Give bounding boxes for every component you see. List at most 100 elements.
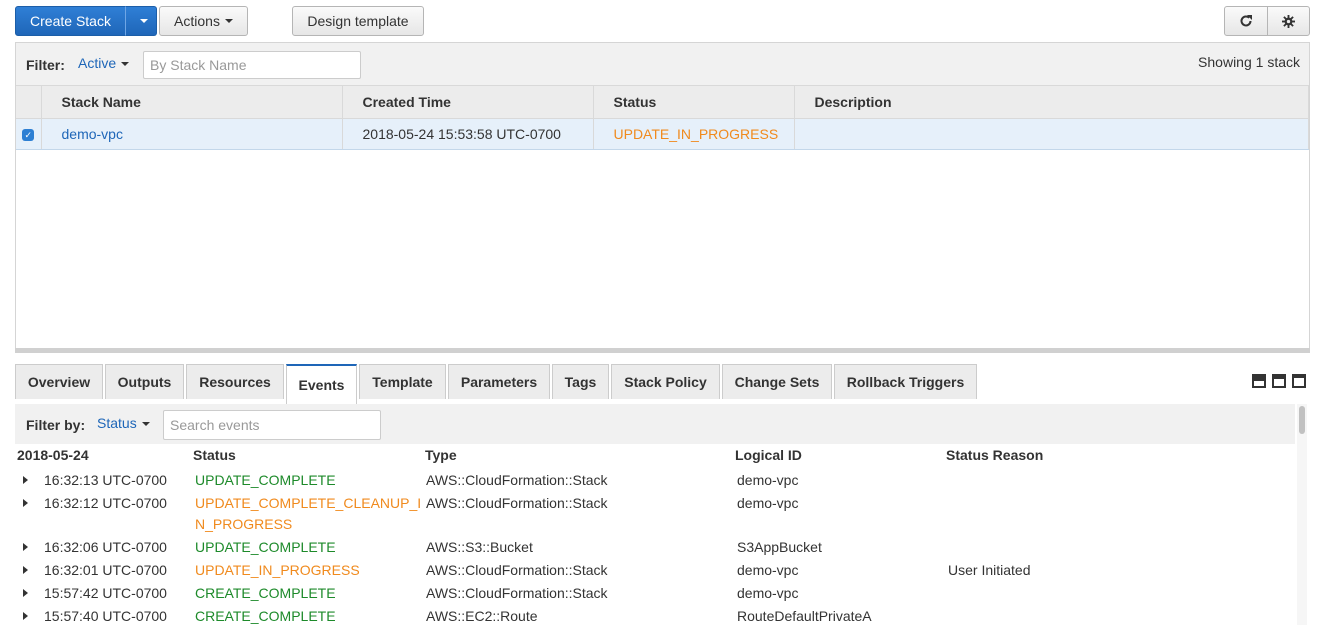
tab-label: Overview: [27, 374, 91, 390]
event-type: AWS::CloudFormation::Stack: [426, 495, 608, 511]
stack-table: Stack Name Created Time Status Descripti…: [16, 86, 1309, 150]
stack-count-text: Showing 1 stack: [1198, 54, 1300, 70]
create-stack-button[interactable]: Create Stack: [15, 6, 126, 36]
column-header-status[interactable]: Status: [593, 86, 795, 119]
column-header-status: Status: [193, 447, 236, 463]
tab-resources[interactable]: Resources: [186, 364, 284, 399]
event-status: UPDATE_COMPLETE: [195, 539, 336, 555]
tab-overview[interactable]: Overview: [15, 364, 103, 399]
tab-stack-policy[interactable]: Stack Policy: [611, 364, 720, 399]
top-toolbar: Create Stack Actions Design template: [15, 6, 1310, 38]
stack-status: UPDATE_IN_PROGRESS: [593, 118, 795, 150]
event-time: 16:32:13 UTC-0700: [44, 472, 167, 488]
panel-resize-handle[interactable]: [15, 348, 1310, 353]
tab-change-sets[interactable]: Change Sets: [722, 364, 832, 399]
design-template-button[interactable]: Design template: [292, 6, 424, 36]
tab-label: Change Sets: [734, 374, 820, 390]
events-filter-label: Filter by:: [26, 417, 86, 433]
events-status-value: Status: [97, 415, 137, 431]
gear-icon: [1282, 14, 1295, 28]
column-header-logical-id: Logical ID: [735, 447, 802, 463]
checkmark-icon: ✓: [22, 129, 35, 142]
event-time: 15:57:42 UTC-0700: [44, 585, 167, 601]
event-type: AWS::S3::Bucket: [426, 539, 533, 555]
events-table-header: 2018-05-24 Status Type Logical ID Status…: [15, 447, 1295, 465]
event-logical-id: demo-vpc: [737, 472, 799, 488]
expand-triangle-icon[interactable]: [23, 476, 28, 484]
layout-split-icon[interactable]: [1272, 374, 1286, 388]
expand-triangle-icon[interactable]: [23, 499, 28, 507]
create-stack-label: Create Stack: [30, 13, 111, 29]
view-mode-toggles: [1252, 374, 1306, 388]
actions-label: Actions: [174, 13, 220, 29]
stack-list-panel: Filter: Active Showing 1 stack Stack Nam…: [15, 42, 1310, 350]
scrollbar-thumb[interactable]: [1299, 406, 1305, 434]
column-header-description[interactable]: Description: [794, 86, 1309, 119]
tab-tags[interactable]: Tags: [552, 364, 609, 399]
refresh-button[interactable]: [1224, 6, 1268, 36]
event-status-continued: N_PROGRESS: [195, 516, 293, 532]
event-time: 15:57:40 UTC-0700: [44, 608, 167, 624]
events-scrollbar[interactable]: [1297, 404, 1307, 625]
events-filter-bar: Filter by: Status: [15, 404, 1295, 444]
stack-created-time: 2018-05-24 15:53:58 UTC-0700: [342, 118, 594, 150]
event-type: AWS::CloudFormation::Stack: [426, 472, 608, 488]
event-status-reason: User Initiated: [948, 562, 1031, 578]
expand-triangle-icon[interactable]: [23, 566, 28, 574]
tab-parameters[interactable]: Parameters: [448, 364, 550, 399]
event-logical-id: demo-vpc: [737, 495, 799, 511]
tab-outputs[interactable]: Outputs: [105, 364, 184, 399]
column-header-stack-name[interactable]: Stack Name: [41, 86, 343, 119]
event-type: AWS::CloudFormation::Stack: [426, 585, 608, 601]
search-events-input[interactable]: [163, 410, 381, 440]
layout-bottom-icon[interactable]: [1252, 374, 1266, 388]
event-logical-id: demo-vpc: [737, 585, 799, 601]
filter-label: Filter:: [26, 57, 65, 73]
tab-events[interactable]: Events: [286, 364, 357, 404]
column-header-type: Type: [425, 447, 457, 463]
tab-label: Events: [298, 377, 345, 393]
actions-button[interactable]: Actions: [159, 6, 248, 36]
status-filter-value: Active: [78, 55, 117, 71]
settings-button[interactable]: [1267, 6, 1310, 36]
expand-triangle-icon[interactable]: [23, 543, 28, 551]
event-time: 16:32:12 UTC-0700: [44, 495, 167, 511]
column-header-created-time[interactable]: Created Time: [342, 86, 594, 119]
events-date-header: 2018-05-24: [17, 447, 89, 463]
row-select-checkbox[interactable]: ✓: [16, 118, 42, 150]
stack-name-search-input[interactable]: [143, 51, 361, 79]
create-stack-dropdown-button[interactable]: [125, 6, 157, 36]
tab-label: Rollback Triggers: [846, 374, 965, 390]
table-row[interactable]: ✓ demo-vpc 2018-05-24 15:53:58 UTC-0700 …: [16, 118, 1309, 150]
tab-label: Tags: [564, 374, 597, 390]
detail-tabs: Overview Outputs Resources Events Templa…: [15, 364, 1310, 405]
caret-down-icon: [121, 62, 130, 67]
design-template-label: Design template: [307, 13, 409, 29]
expand-triangle-icon[interactable]: [23, 589, 28, 597]
stack-name-link[interactable]: demo-vpc: [41, 118, 343, 150]
tab-label: Outputs: [117, 374, 172, 390]
stack-filter-bar: Filter: Active Showing 1 stack: [16, 43, 1309, 86]
status-filter-dropdown[interactable]: Active: [78, 55, 130, 71]
column-header-status-reason: Status Reason: [946, 447, 1044, 463]
event-type: AWS::CloudFormation::Stack: [426, 562, 608, 578]
event-time: 16:32:01 UTC-0700: [44, 562, 167, 578]
event-logical-id: demo-vpc: [737, 562, 799, 578]
caret-down-icon: [139, 19, 148, 23]
tab-label: Resources: [199, 374, 271, 390]
event-status: CREATE_COMPLETE: [195, 608, 336, 624]
event-logical-id: RouteDefaultPrivateA: [737, 608, 872, 624]
events-status-dropdown[interactable]: Status: [97, 415, 150, 431]
layout-top-icon[interactable]: [1292, 374, 1306, 388]
event-time: 16:32:06 UTC-0700: [44, 539, 167, 555]
tab-template[interactable]: Template: [359, 364, 446, 399]
tab-rollback-triggers[interactable]: Rollback Triggers: [834, 364, 977, 399]
event-status: CREATE_COMPLETE: [195, 585, 336, 601]
event-logical-id: S3AppBucket: [737, 539, 822, 555]
events-panel: Filter by: Status 2018-05-24 Status Type…: [15, 404, 1310, 625]
expand-triangle-icon[interactable]: [23, 612, 28, 620]
refresh-icon: [1240, 15, 1252, 27]
select-column-header: [16, 86, 42, 119]
tab-label: Template: [372, 374, 433, 390]
caret-down-icon: [141, 422, 150, 427]
